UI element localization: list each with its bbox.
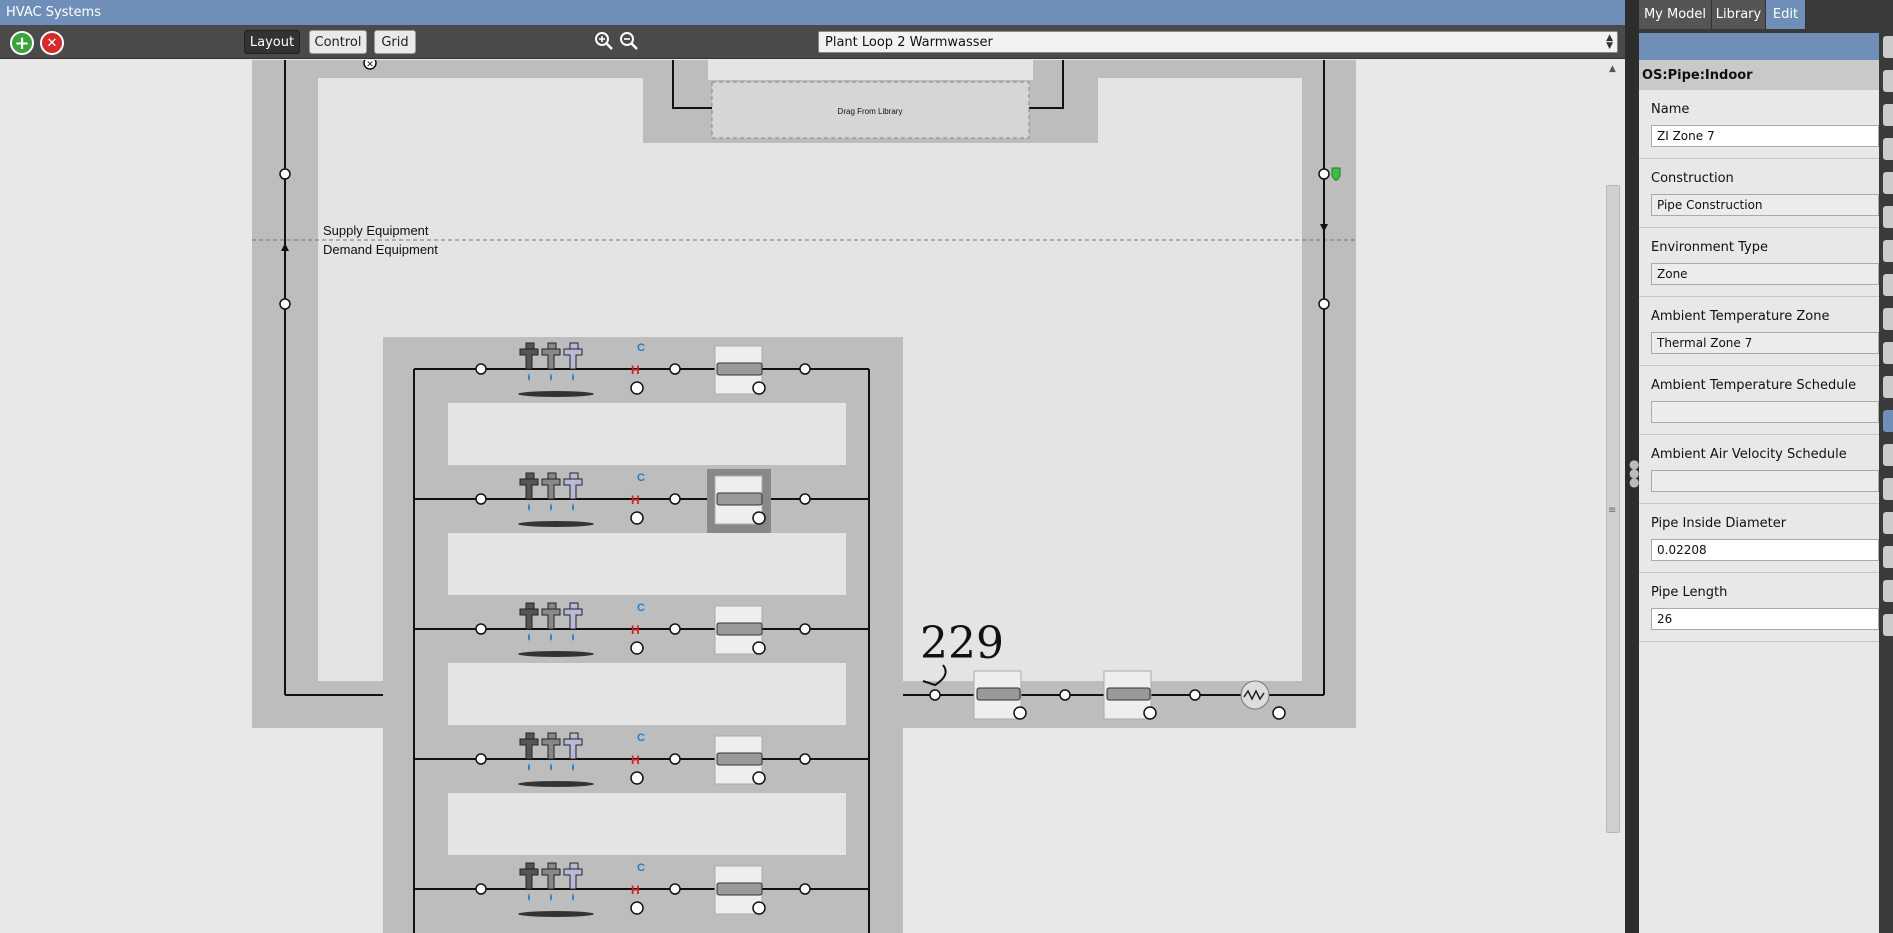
inspector-field-ambient-air-velocity-schedule: Ambient Air Velocity Schedule [1639, 435, 1879, 504]
tab-my-model[interactable]: My Model [1639, 0, 1712, 29]
spinner-arrows-icon: ▲ ▼ [1606, 33, 1613, 51]
inspector-field-pipe-inside-diameter: Pipe Inside Diameter 0.02208 [1639, 504, 1879, 573]
splitter-handle-icon: ● ● ● [1629, 457, 1640, 489]
inspector-object-type: OS:Pipe:Indoor [1639, 60, 1879, 90]
close-icon: ✕ [46, 35, 58, 51]
field-label: Ambient Temperature Schedule [1651, 378, 1857, 393]
library-category-icon[interactable] [1883, 172, 1893, 194]
grid-button[interactable]: Grid [374, 30, 416, 54]
demand-equipment-label: Demand Equipment [323, 242, 438, 257]
field-label: Ambient Air Velocity Schedule [1651, 447, 1847, 462]
field-input[interactable]: 26 [1651, 608, 1879, 630]
library-category-icon[interactable] [1883, 308, 1893, 330]
library-category-icon[interactable] [1883, 614, 1893, 636]
svg-text:C: C [637, 732, 645, 744]
inspector-field-ambient-temperature-zone: Ambient Temperature Zone Thermal Zone 7 [1639, 297, 1879, 366]
add-loop-button[interactable]: + [10, 31, 34, 55]
field-label: Pipe Inside Diameter [1651, 516, 1787, 531]
inspector-header-bar [1639, 33, 1893, 60]
plant-loop-select[interactable]: Plant Loop 2 Warmwasser ▲ ▼ [818, 31, 1618, 53]
inspector-field-name: Name ZI Zone 7 [1639, 90, 1879, 159]
field-input[interactable]: ZI Zone 7 [1651, 125, 1879, 147]
library-category-icon[interactable] [1883, 104, 1893, 126]
scroll-up-icon[interactable]: ▲ [1609, 64, 1616, 74]
field-label: Pipe Length [1651, 585, 1728, 600]
svg-text:C: C [637, 342, 645, 354]
zoom-out-icon[interactable] [618, 30, 640, 52]
app-window: HVAC Systems + ✕ Layout Control Grid Pla… [0, 0, 1893, 933]
layout-button[interactable]: Layout [244, 30, 300, 54]
library-category-icon[interactable] [1883, 240, 1893, 262]
library-category-icon[interactable] [1883, 70, 1893, 92]
field-label: Construction [1651, 171, 1734, 186]
field-label: Name [1651, 102, 1690, 117]
window-title: HVAC Systems [0, 0, 1625, 25]
remove-loop-button[interactable]: ✕ [40, 31, 64, 55]
library-category-icon[interactable] [1883, 206, 1893, 228]
library-category-icon[interactable] [1883, 410, 1893, 432]
svg-text:H: H [631, 363, 640, 377]
plant-loop-select-value: Plant Loop 2 Warmwasser [825, 35, 993, 50]
inspector-fields: Name ZI Zone 7 Construction Pipe Constructi… [1639, 90, 1879, 933]
hvac-systems-pane: HVAC Systems + ✕ Layout Control Grid Pla… [0, 0, 1625, 933]
inspector-pane: My Model Library Edit OS:Pipe:Indoor Nam… [1639, 0, 1893, 933]
svg-text:H: H [631, 753, 640, 767]
field-input[interactable]: 0.02208 [1651, 539, 1879, 561]
library-category-icon[interactable] [1883, 36, 1893, 58]
library-category-icon[interactable] [1883, 478, 1893, 500]
library-category-icon[interactable] [1883, 138, 1893, 160]
svg-text:C: C [637, 862, 645, 874]
field-label: Environment Type [1651, 240, 1768, 255]
inspector-field-construction: Construction Pipe Construction [1639, 159, 1879, 228]
svg-text:✕: ✕ [366, 60, 374, 70]
svg-text:C: C [637, 472, 645, 484]
supply-equipment-label: Supply Equipment [323, 223, 429, 238]
loop-diagram-canvas[interactable]: Drag From Library ✕ Supply Equipment Dem… [8, 60, 1600, 933]
field-dropdown[interactable] [1651, 401, 1879, 423]
tab-library[interactable]: Library [1712, 0, 1766, 29]
control-button[interactable]: Control [309, 30, 367, 54]
library-category-icon[interactable] [1883, 512, 1893, 534]
inspector-field-ambient-temperature-schedule: Ambient Temperature Schedule [1639, 366, 1879, 435]
library-category-icon[interactable] [1883, 376, 1893, 398]
library-category-icon[interactable] [1883, 580, 1893, 602]
field-dropdown[interactable] [1651, 470, 1879, 492]
plus-icon: + [14, 32, 30, 54]
inspector-field-pipe-length: Pipe Length 26 [1639, 573, 1879, 642]
field-dropdown[interactable]: Thermal Zone 7 [1651, 332, 1879, 354]
loop-diagram: Drag From Library ✕ Supply Equipment Dem… [252, 60, 1358, 933]
pane-splitter[interactable]: ● ● ● [1625, 0, 1639, 933]
tab-edit[interactable]: Edit [1766, 0, 1806, 29]
zoom-in-icon[interactable] [593, 30, 615, 52]
svg-text:H: H [631, 493, 640, 507]
library-category-icon[interactable] [1883, 444, 1893, 466]
field-dropdown[interactable]: Zone [1651, 263, 1879, 285]
svg-text:C: C [637, 602, 645, 614]
field-label: Ambient Temperature Zone [1651, 309, 1830, 324]
library-category-icon[interactable] [1883, 546, 1893, 568]
svg-text:H: H [631, 883, 640, 897]
library-category-icon[interactable] [1883, 342, 1893, 364]
library-category-icon[interactable] [1883, 274, 1893, 296]
setpoint-manager-icon [1331, 167, 1341, 181]
canvas-vertical-scrollbar[interactable]: ▲ ≡ [1602, 60, 1624, 933]
field-dropdown[interactable]: Pipe Construction [1651, 194, 1879, 216]
drag-placeholder-text: Drag From Library [838, 107, 903, 116]
inspector-field-environment-type: Environment Type Zone [1639, 228, 1879, 297]
handwritten-note: 229 [920, 618, 1004, 669]
scroll-grip-icon: ≡ [1608, 505, 1617, 516]
svg-text:H: H [631, 623, 640, 637]
